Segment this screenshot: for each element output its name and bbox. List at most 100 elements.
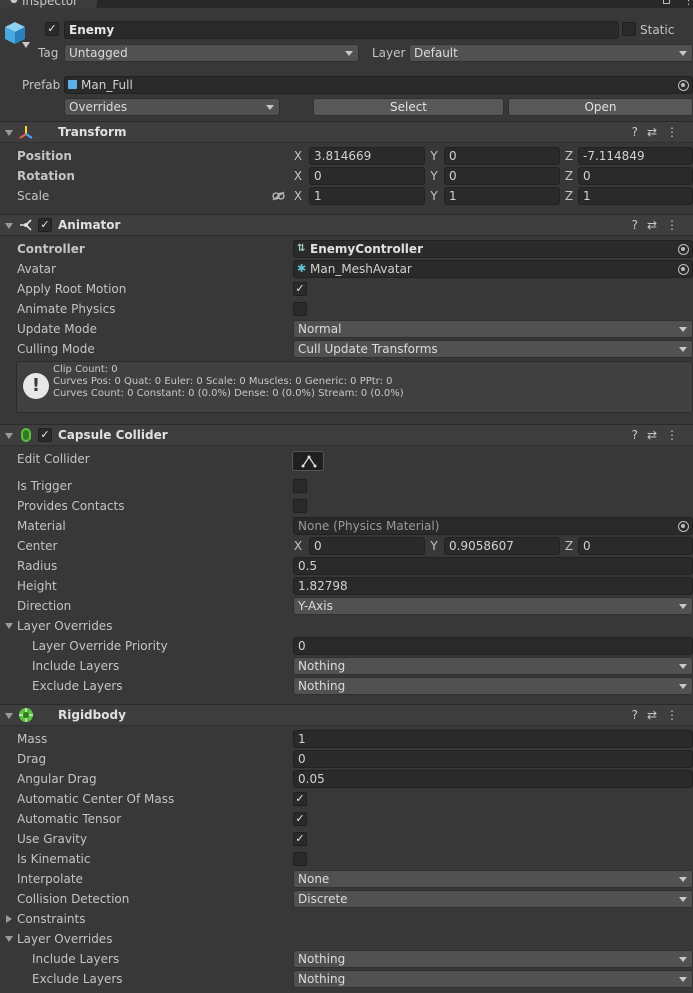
collision-detection-dropdown[interactable]: Discrete — [293, 890, 693, 908]
axis-y-label[interactable]: Y — [428, 169, 440, 183]
foldout-icon[interactable] — [5, 623, 13, 629]
controller-field[interactable]: ⇅ EnemyController — [293, 240, 693, 258]
is-kinematic-checkbox[interactable] — [293, 852, 307, 866]
axis-x-label[interactable]: X — [292, 169, 304, 183]
rotation-y-field[interactable]: 0 — [444, 167, 560, 185]
help-icon[interactable]: ? — [632, 125, 647, 139]
scale-z-field[interactable]: 1 — [578, 187, 693, 205]
foldout-icon[interactable] — [5, 936, 13, 942]
component-header-icons[interactable]: ?⇄⋮ — [632, 218, 687, 232]
object-picker-icon[interactable] — [678, 80, 689, 91]
scale-y-field[interactable]: 1 — [444, 187, 560, 205]
animator-enabled-toggle[interactable]: ✓ — [38, 218, 52, 232]
select-button[interactable]: Select — [313, 98, 504, 116]
prefab-field[interactable]: Man_Full — [64, 76, 693, 94]
use-gravity-checkbox[interactable]: ✓ — [293, 832, 307, 846]
component-header-icons[interactable]: ?⇄⋮ — [632, 125, 687, 139]
constraints-row[interactable]: Constraints — [0, 909, 693, 929]
mass-field[interactable]: 1 — [293, 730, 693, 748]
maximize-icon[interactable] — [663, 0, 670, 4]
position-y-field[interactable]: 0 — [444, 147, 560, 165]
layer-override-priority-field[interactable]: 0 — [293, 637, 693, 655]
active-toggle[interactable]: ✓ — [45, 22, 59, 36]
capsule-layer-overrides-row[interactable]: Layer Overrides — [0, 616, 693, 636]
object-picker-icon[interactable] — [678, 521, 689, 532]
axis-x-label[interactable]: X — [292, 149, 304, 163]
radius-field[interactable]: 0.5 — [293, 557, 693, 575]
foldout-icon[interactable] — [5, 433, 13, 439]
position-z-field[interactable]: -7.114849 — [578, 147, 693, 165]
rotation-x-field[interactable]: 0 — [309, 167, 425, 185]
icon-dropdown-icon[interactable] — [22, 42, 30, 48]
axis-z-label[interactable]: Z — [563, 539, 575, 553]
help-icon[interactable]: ? — [632, 708, 647, 722]
component-menu-icon[interactable]: ⋮ — [666, 708, 687, 722]
foldout-icon[interactable] — [5, 713, 13, 719]
presets-icon[interactable]: ⇄ — [647, 708, 666, 722]
help-icon[interactable]: ? — [632, 218, 647, 232]
is-trigger-checkbox[interactable] — [293, 479, 307, 493]
avatar-field[interactable]: ✱ Man_MeshAvatar — [293, 260, 693, 278]
rigidbody-layer-overrides-row[interactable]: Layer Overrides — [0, 929, 693, 949]
layer-dropdown[interactable]: Default — [409, 44, 693, 62]
auto-tensor-checkbox[interactable]: ✓ — [293, 812, 307, 826]
help-icon[interactable]: ? — [632, 428, 647, 442]
axis-x-label[interactable]: X — [292, 539, 304, 553]
transform-header[interactable]: Transform ?⇄⋮ — [0, 121, 693, 143]
axis-z-label[interactable]: Z — [563, 169, 575, 183]
axis-y-label[interactable]: Y — [428, 539, 440, 553]
culling-mode-dropdown[interactable]: Cull Update Transforms — [293, 340, 693, 358]
exclude-layers-dropdown[interactable]: Nothing — [293, 970, 693, 988]
position-x-field[interactable]: 3.814669 — [309, 147, 425, 165]
component-header-icons[interactable]: ?⇄⋮ — [632, 428, 687, 442]
center-z-field[interactable]: 0 — [578, 537, 693, 555]
include-layers-dropdown[interactable]: Nothing — [293, 950, 693, 968]
apply-root-motion-checkbox[interactable]: ✓ — [293, 282, 307, 296]
center-x-field[interactable]: 0 — [309, 537, 425, 555]
animate-physics-checkbox[interactable] — [293, 302, 307, 316]
capsule-enabled-toggle[interactable]: ✓ — [38, 428, 52, 442]
component-menu-icon[interactable]: ⋮ — [666, 125, 687, 139]
update-mode-dropdown[interactable]: Normal — [293, 320, 693, 338]
component-menu-icon[interactable]: ⋮ — [666, 218, 687, 232]
height-field[interactable]: 1.82798 — [293, 577, 693, 595]
tab-menu-icon[interactable]: ⋮ — [683, 0, 693, 7]
edit-collider-button[interactable] — [292, 451, 324, 471]
foldout-icon[interactable] — [5, 130, 13, 136]
component-header-icons[interactable]: ?⇄⋮ — [632, 708, 687, 722]
axis-z-label[interactable]: Z — [563, 149, 575, 163]
axis-x-label[interactable]: X — [292, 189, 304, 203]
rigidbody-header[interactable]: Rigidbody ?⇄⋮ — [0, 704, 693, 726]
object-picker-icon[interactable] — [678, 244, 689, 255]
center-y-field[interactable]: 0.9058607 — [444, 537, 560, 555]
object-picker-icon[interactable] — [678, 264, 689, 275]
foldout-collapsed-icon[interactable] — [6, 915, 12, 923]
open-button[interactable]: Open — [508, 98, 693, 116]
component-menu-icon[interactable]: ⋮ — [666, 428, 687, 442]
axis-z-label[interactable]: Z — [563, 189, 575, 203]
axis-y-label[interactable]: Y — [428, 189, 440, 203]
drag-field[interactable]: 0 — [293, 750, 693, 768]
presets-icon[interactable]: ⇄ — [647, 428, 666, 442]
auto-center-of-mass-checkbox[interactable]: ✓ — [293, 792, 307, 806]
presets-icon[interactable]: ⇄ — [647, 218, 666, 232]
static-toggle[interactable] — [622, 22, 636, 36]
animator-header[interactable]: ✓ Animator ?⇄⋮ — [0, 214, 693, 236]
overrides-dropdown[interactable]: Overrides — [64, 98, 280, 116]
scale-x-field[interactable]: 1 — [309, 187, 425, 205]
inspector-tab[interactable]: ● Inspector — [0, 0, 97, 8]
interpolate-dropdown[interactable]: None — [293, 870, 693, 888]
direction-dropdown[interactable]: Y-Axis — [293, 597, 693, 615]
foldout-icon[interactable] — [5, 223, 13, 229]
rotation-z-field[interactable]: 0 — [578, 167, 693, 185]
capsule-collider-header[interactable]: ✓ Capsule Collider ?⇄⋮ — [0, 424, 693, 446]
provides-contacts-checkbox[interactable] — [293, 499, 307, 513]
object-name-field[interactable]: Enemy — [64, 21, 619, 39]
include-layers-dropdown[interactable]: Nothing — [293, 657, 693, 675]
exclude-layers-dropdown[interactable]: Nothing — [293, 677, 693, 695]
angular-drag-field[interactable]: 0.05 — [293, 770, 693, 788]
material-field[interactable]: None (Physics Material) — [293, 517, 693, 535]
presets-icon[interactable]: ⇄ — [647, 125, 666, 139]
axis-y-label[interactable]: Y — [428, 149, 440, 163]
tag-dropdown[interactable]: Untagged — [64, 44, 359, 62]
